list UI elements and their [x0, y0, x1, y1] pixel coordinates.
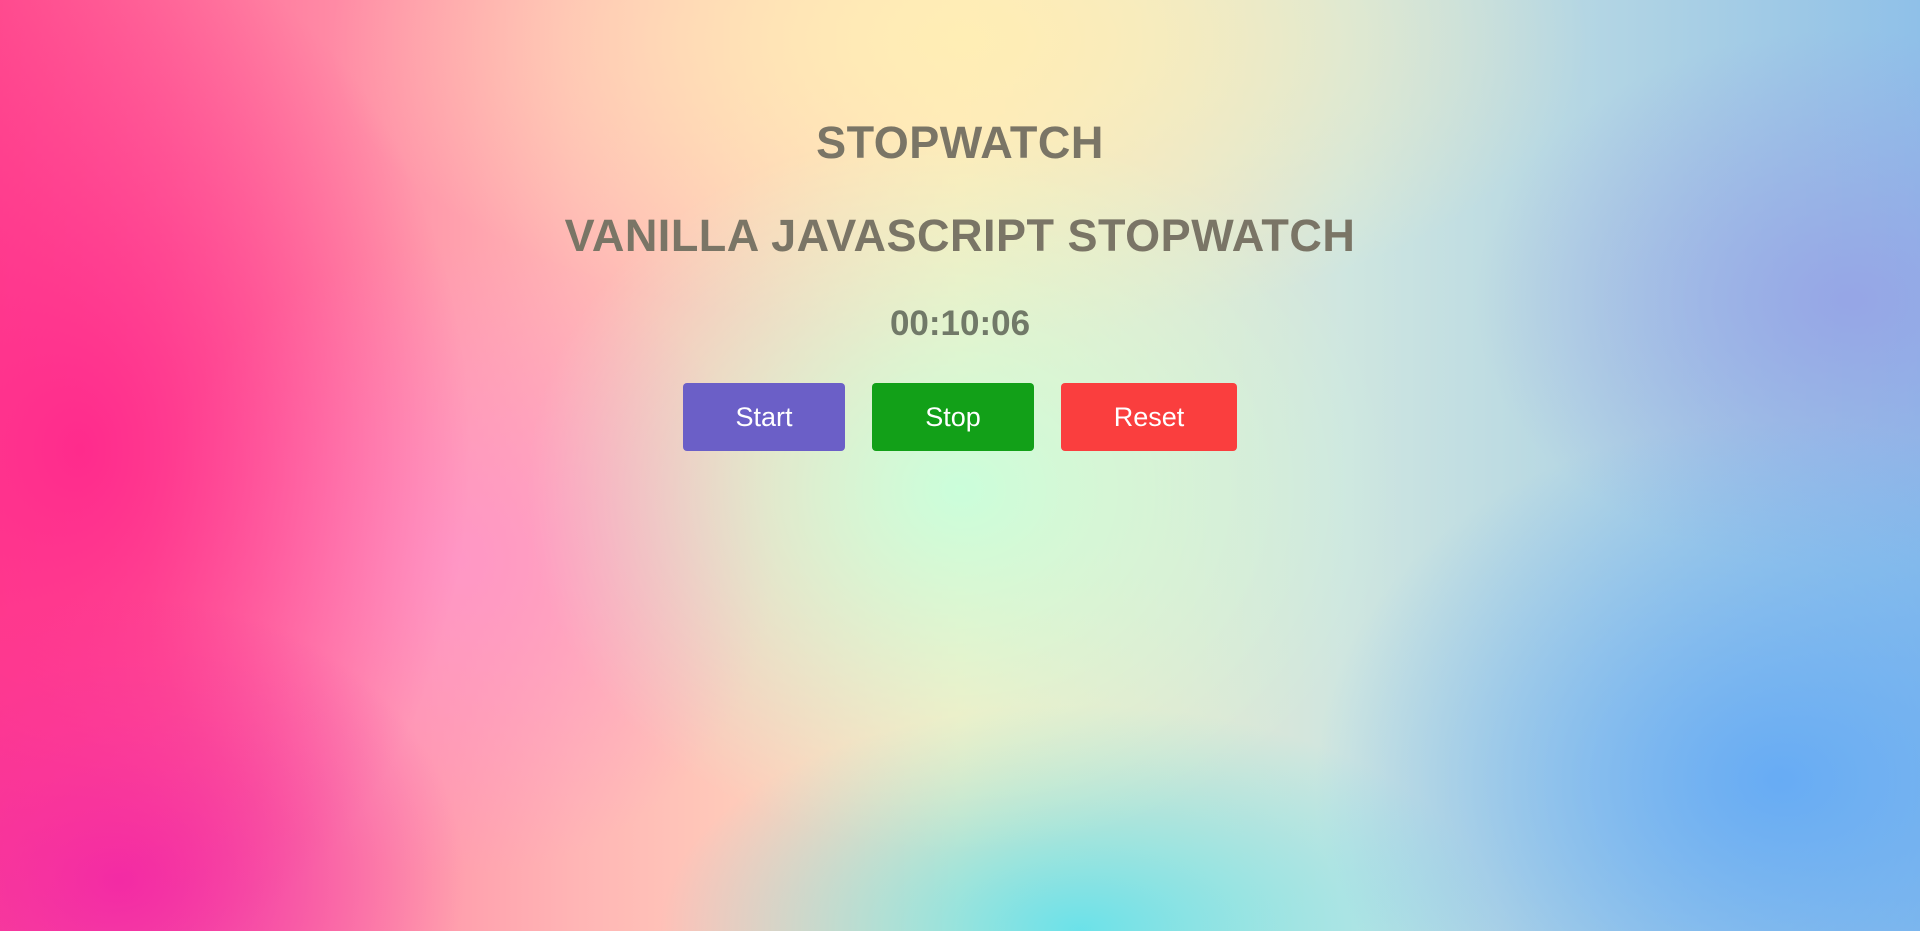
start-button[interactable]: Start: [683, 383, 845, 451]
button-row: Start Stop Reset: [0, 383, 1920, 451]
page-subtitle: VANILLA JAVASCRIPT STOPWATCH: [564, 210, 1356, 261]
reset-button[interactable]: Reset: [1061, 383, 1237, 451]
page-title: STOPWATCH: [816, 117, 1104, 168]
stop-button[interactable]: Stop: [872, 383, 1034, 451]
time-display: 00:10:06: [889, 304, 1031, 343]
